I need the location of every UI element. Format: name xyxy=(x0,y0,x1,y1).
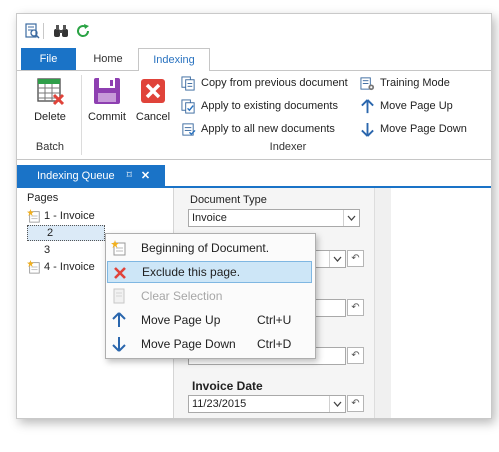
move-page-down-button[interactable]: Move Page Down xyxy=(360,119,467,139)
group-label-batch: Batch xyxy=(35,141,65,153)
invoice-date-label: Invoice Date xyxy=(192,379,263,393)
document-type-label: Document Type xyxy=(190,194,267,206)
blank-page-icon xyxy=(113,288,125,304)
apply-existing-label: Apply to existing documents xyxy=(201,100,338,112)
menu-item-clear-selection[interactable]: Clear Selection xyxy=(107,285,312,307)
toolbar-separator xyxy=(43,23,44,39)
tab-indexing[interactable]: Indexing xyxy=(138,48,210,72)
page-label: 2 xyxy=(47,227,54,239)
apply-existing-documents-button[interactable]: Apply to existing documents xyxy=(181,96,338,116)
refresh-icon[interactable] xyxy=(75,23,91,39)
arrow-down-icon xyxy=(112,337,126,352)
red-x-icon xyxy=(114,267,126,279)
move-page-up-label: Move Page Up xyxy=(380,100,453,112)
cancel-x-icon xyxy=(141,79,165,103)
vertical-scrollbar[interactable] xyxy=(374,188,391,418)
tab-home[interactable]: Home xyxy=(83,48,133,70)
new-documents-icon xyxy=(182,122,196,136)
training-mode-icon xyxy=(360,76,375,90)
document-star-icon xyxy=(27,209,40,223)
menu-item-label: Move Page Down xyxy=(141,337,236,351)
save-disk-icon xyxy=(94,78,120,104)
commit-button[interactable]: Commit xyxy=(85,75,129,123)
delete-label: Delete xyxy=(34,111,66,123)
page-item[interactable]: 3 xyxy=(27,242,50,258)
delete-button[interactable]: Delete xyxy=(21,75,79,123)
menu-item-label: Exclude this page. xyxy=(142,265,241,279)
ribbon-tabs: File Home Indexing xyxy=(17,48,491,72)
group-separator xyxy=(81,75,82,155)
pin-icon[interactable]: ⌑ xyxy=(127,170,132,181)
undo-icon[interactable]: ↶ xyxy=(347,395,364,412)
indexing-queue-title: Indexing Queue xyxy=(37,169,115,182)
chevron-down-icon[interactable] xyxy=(329,396,345,412)
document-star-icon xyxy=(27,260,40,274)
menu-item-label: Beginning of Document. xyxy=(141,241,270,255)
menu-item-move-page-up[interactable]: Move Page Up Ctrl+U xyxy=(107,309,312,331)
binoculars-icon[interactable] xyxy=(53,23,69,39)
group-label-indexer: Indexer xyxy=(269,141,307,153)
menu-item-shortcut: Ctrl+D xyxy=(257,337,292,351)
indexing-queue-tab[interactable]: Indexing Queue ⌑ ✕ xyxy=(17,165,165,186)
cancel-button[interactable]: Cancel xyxy=(131,75,175,123)
page-label: 1 - Invoice xyxy=(44,210,95,222)
document-search-icon[interactable] xyxy=(24,23,40,39)
apply-all-new-label: Apply to all new documents xyxy=(201,123,335,135)
ribbon: Delete Batch Commit Cancel Copy from pre… xyxy=(17,71,491,160)
page-item[interactable]: 4 - Invoice xyxy=(27,259,95,275)
quick-access-toolbar xyxy=(17,14,491,48)
page-label: 4 - Invoice xyxy=(44,261,95,273)
training-mode-button[interactable]: Training Mode xyxy=(360,73,450,93)
arrow-down-icon xyxy=(361,122,374,137)
page-item[interactable]: 1 - Invoice xyxy=(27,208,95,224)
document-type-select[interactable]: Invoice xyxy=(188,209,360,227)
menu-item-label: Clear Selection xyxy=(141,289,223,303)
copy-previous-label: Copy from previous document xyxy=(201,77,348,89)
apply-all-new-documents-button[interactable]: Apply to all new documents xyxy=(181,119,335,139)
arrow-up-icon xyxy=(361,98,374,113)
menu-item-move-page-down[interactable]: Move Page Down Ctrl+D xyxy=(107,333,312,355)
invoice-date-picker[interactable]: 11/23/2015 xyxy=(188,395,346,413)
close-icon[interactable]: ✕ xyxy=(141,169,150,182)
menu-item-beginning-of-document[interactable]: Beginning of Document. xyxy=(107,237,312,259)
document-type-value: Invoice xyxy=(192,212,227,224)
delete-grid-icon xyxy=(37,78,65,106)
cancel-label: Cancel xyxy=(135,111,171,123)
invoice-date-value: 11/23/2015 xyxy=(192,398,247,410)
apply-documents-icon xyxy=(181,98,195,114)
copy-previous-document-button[interactable]: Copy from previous document xyxy=(181,73,348,93)
undo-icon[interactable]: ↶ xyxy=(347,347,364,364)
page-item-selected[interactable]: 2 xyxy=(27,225,105,241)
copy-document-icon xyxy=(181,75,195,91)
menu-item-shortcut: Ctrl+U xyxy=(257,313,292,327)
chevron-down-icon[interactable] xyxy=(343,210,359,226)
menu-item-exclude-page[interactable]: Exclude this page. xyxy=(107,261,312,283)
training-mode-label: Training Mode xyxy=(380,77,450,89)
undo-icon[interactable]: ↶ xyxy=(347,299,364,316)
tab-file[interactable]: File xyxy=(21,48,76,70)
menu-item-label: Move Page Up xyxy=(141,313,221,327)
commit-label: Commit xyxy=(88,111,126,123)
move-page-up-button[interactable]: Move Page Up xyxy=(360,96,453,116)
document-star-icon xyxy=(111,240,126,256)
arrow-up-icon xyxy=(112,312,126,327)
move-page-down-label: Move Page Down xyxy=(380,123,467,135)
chevron-down-icon[interactable] xyxy=(329,251,345,267)
pages-header: Pages xyxy=(27,192,59,204)
undo-icon[interactable]: ↶ xyxy=(347,250,364,267)
context-menu: Beginning of Document. Exclude this page… xyxy=(105,233,316,359)
page-label: 3 xyxy=(44,244,51,256)
